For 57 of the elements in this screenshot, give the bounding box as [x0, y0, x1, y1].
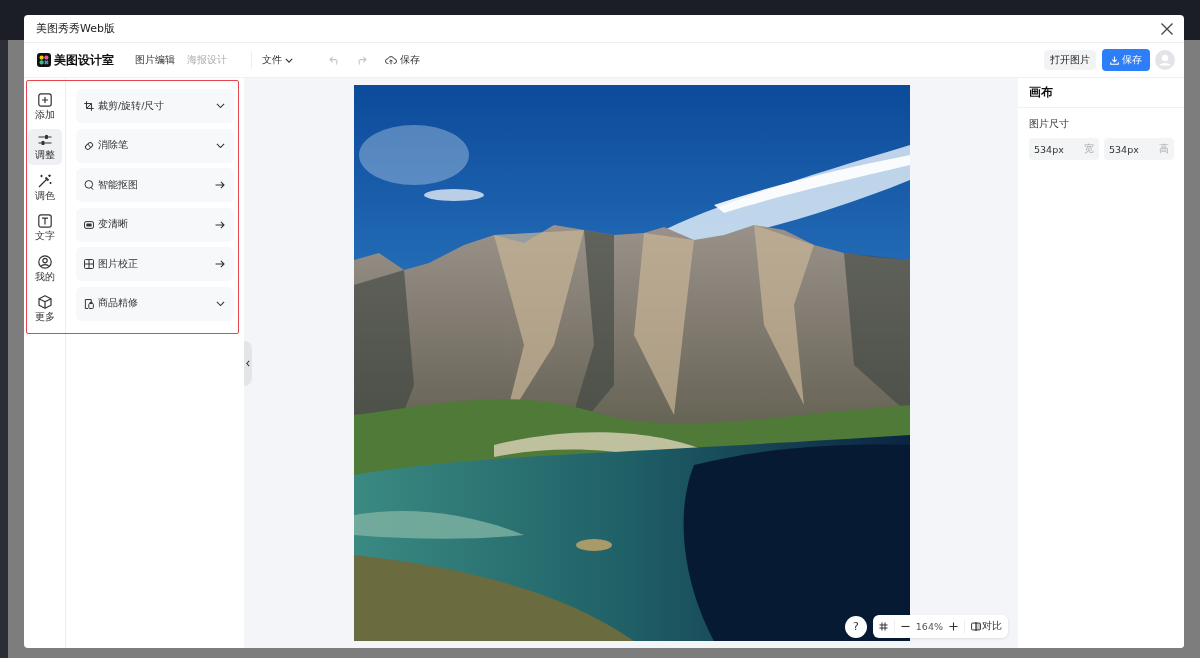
- plus-icon: [949, 622, 958, 631]
- brand-name: 美图设计室: [54, 51, 114, 69]
- tool-item[interactable]: 裁剪/旋转/尺寸: [76, 89, 234, 123]
- grid-toggle-button[interactable]: [878, 622, 888, 631]
- chevron-down-icon: [285, 57, 293, 63]
- close-button[interactable]: [1161, 22, 1173, 35]
- user-circle-icon: [37, 254, 52, 269]
- save-button[interactable]: 保存: [1102, 49, 1150, 71]
- compare-icon: [971, 622, 981, 631]
- magic-wand-icon: [37, 173, 52, 188]
- file-menu-button[interactable]: 文件: [262, 53, 293, 67]
- arrow-right-icon: [215, 220, 225, 229]
- hash-grid-icon: [878, 622, 888, 631]
- lasso-icon: [84, 180, 94, 191]
- zoom-level: 164%: [915, 621, 943, 632]
- sidebar-item[interactable]: 更多: [27, 290, 62, 327]
- crop-icon: [84, 101, 94, 111]
- panel-title: 画布: [1029, 85, 1053, 100]
- sidebar-item[interactable]: 我的: [27, 250, 62, 286]
- zoom-in-button[interactable]: [949, 622, 958, 631]
- close-icon: [1161, 22, 1173, 35]
- save-link-button[interactable]: 保存: [385, 53, 420, 67]
- chevron-down-icon: [216, 142, 225, 149]
- sliders-icon: [37, 133, 52, 148]
- app-logo-icon: [37, 53, 51, 67]
- arrow-right-icon: [215, 260, 225, 269]
- cloud-upload-icon: [385, 55, 397, 65]
- sidebar-item[interactable]: 添加: [27, 88, 62, 124]
- text-box-icon: [37, 214, 52, 229]
- open-image-button[interactable]: 打开图片: [1044, 50, 1096, 70]
- compare-button[interactable]: 对比: [971, 620, 1002, 633]
- size-input-field[interactable]: 534px 宽: [1029, 138, 1099, 160]
- eraser-icon: [84, 140, 94, 151]
- tool-item[interactable]: 商品精修: [76, 286, 234, 321]
- hd-badge-icon: [84, 219, 94, 230]
- redo-icon: [356, 55, 367, 65]
- chevron-left-icon: [246, 360, 250, 367]
- chevron-down-icon: [216, 301, 225, 307]
- plus-square-icon: [37, 92, 52, 107]
- sidebar-item[interactable]: 文字: [27, 209, 62, 246]
- tool-item[interactable]: 消除笔: [76, 128, 234, 163]
- grid-icon: [84, 259, 94, 270]
- bag-icon: [84, 298, 94, 309]
- sidebar-item[interactable]: 调整: [27, 128, 62, 165]
- tool-item[interactable]: 智能抠图: [76, 168, 234, 203]
- cube-icon: [37, 295, 52, 310]
- chevron-down-icon: [216, 103, 225, 109]
- sidebar-item[interactable]: 调色: [27, 169, 62, 205]
- undo-icon: [329, 55, 340, 65]
- size-label: 图片尺寸: [1029, 118, 1070, 131]
- mode-tab[interactable]: 图片编辑: [135, 53, 175, 67]
- tool-item[interactable]: 变清晰: [76, 207, 234, 242]
- arrow-right-icon: [215, 181, 225, 190]
- tool-item[interactable]: 图片校正: [76, 247, 234, 282]
- size-input-field[interactable]: 534px 高: [1104, 138, 1174, 160]
- download-icon: [1110, 55, 1119, 65]
- window-title: 美图秀秀Web版: [36, 21, 115, 36]
